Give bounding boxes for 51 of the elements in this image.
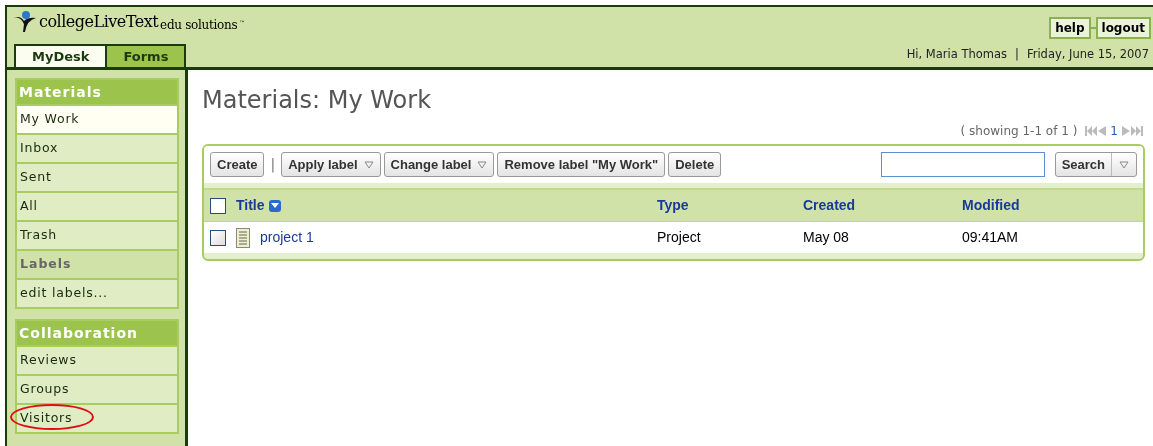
subsection-header: Labels [17, 251, 177, 278]
separator-text: | [1015, 45, 1019, 63]
date-text: Friday, June 15, 2007 [1026, 45, 1149, 63]
dropdown-button[interactable]: Apply label [281, 152, 381, 177]
toolbar-button[interactable]: Create [210, 152, 265, 177]
result-count: ( showing 1-1 of 1 ) [960, 123, 1078, 140]
dropdown-button[interactable]: Change label [383, 152, 495, 177]
search-field[interactable] [880, 152, 1045, 177]
page-title: Materials: My Work [202, 85, 433, 116]
column-header[interactable]: Title [236, 195, 265, 216]
sidebar-item[interactable]: All [17, 193, 177, 220]
select-all-checkbox[interactable] [210, 197, 226, 214]
column-header[interactable]: Modified [962, 195, 1020, 216]
table-cell-text: 09:41AM [962, 228, 1019, 247]
sidebar-item[interactable]: Reviews [17, 347, 177, 374]
separator-text: | [269, 155, 277, 175]
section-header: Materials [17, 80, 177, 104]
sidebar-item[interactable]: edit labels... [17, 280, 177, 307]
table-cell-text: Project [657, 228, 701, 247]
sidebar-item[interactable]: Inbox [17, 135, 177, 162]
document-icon [236, 227, 250, 248]
caret-icon [363, 160, 374, 169]
logo-text: collegeLiveText [39, 11, 159, 33]
row-checkbox[interactable] [210, 229, 226, 246]
logo-subtitle: edu solutions [160, 17, 238, 34]
header-link[interactable]: help [1049, 17, 1091, 39]
sidebar-item[interactable]: Visitors [17, 405, 177, 432]
sidebar-item[interactable]: Sent [17, 164, 177, 191]
page-number[interactable]: 1 [1107, 122, 1121, 140]
table-cell-text: May 08 [803, 228, 849, 247]
greeting-text: Hi, Maria Thomas [906, 45, 1008, 63]
toolbar-button[interactable]: Remove label "My Work" [497, 152, 666, 177]
sidebar-item[interactable]: Groups [17, 376, 177, 403]
next-page-icon[interactable] [1122, 126, 1130, 136]
nav-tab[interactable]: Forms [107, 44, 187, 67]
section-header: Collaboration [17, 321, 177, 345]
column-header[interactable]: Created [803, 195, 856, 216]
first-page-icon[interactable] [1085, 126, 1098, 136]
last-page-icon[interactable] [1131, 126, 1143, 136]
caret-icon [1119, 160, 1129, 169]
column-header[interactable]: Type [657, 195, 689, 216]
caret-icon [477, 160, 488, 169]
document-link[interactable]: project 1 [260, 227, 314, 248]
sort-icon[interactable] [268, 199, 281, 212]
toolbar-button[interactable]: Delete [668, 152, 722, 177]
previous-page-icon[interactable] [1098, 126, 1107, 136]
sidebar-item[interactable]: Trash [17, 222, 177, 249]
logo-icon [13, 10, 37, 34]
header-link[interactable]: logout [1095, 17, 1151, 39]
nav-tab[interactable]: MyDesk [14, 44, 108, 67]
sidebar-item[interactable]: My Work [17, 106, 177, 133]
